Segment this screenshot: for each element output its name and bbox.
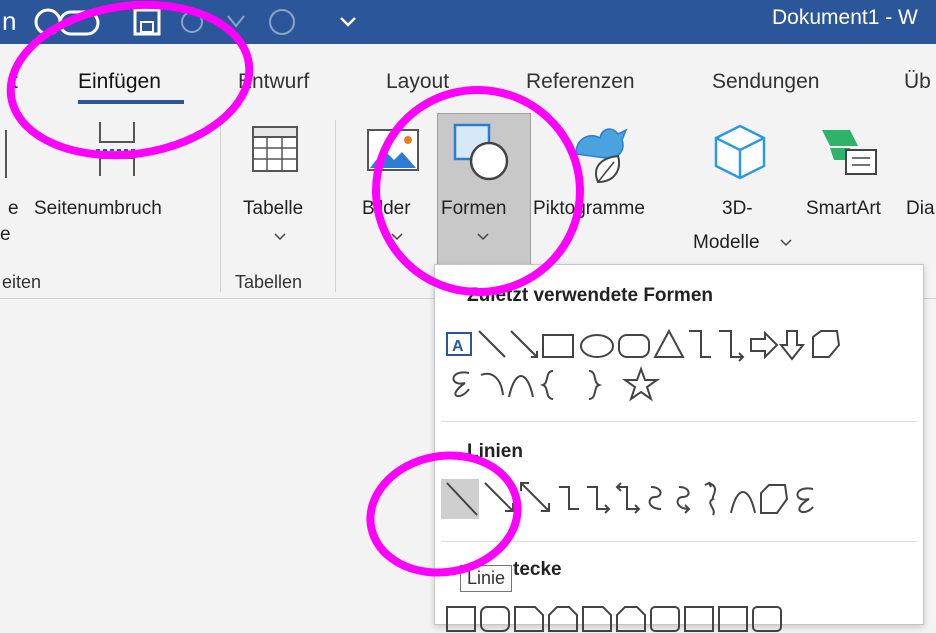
3d-cube-icon	[714, 124, 766, 180]
window-fragment: n	[2, 6, 17, 36]
pictures-chevron-icon	[391, 233, 403, 241]
smartart-label: SmartArt	[806, 198, 881, 219]
line-shape-icon	[446, 482, 478, 516]
table-label: Tabelle	[243, 198, 304, 219]
pictures-button[interactable]	[360, 120, 430, 250]
cut-off-icon	[5, 130, 7, 178]
line-tooltip: Linie	[460, 565, 513, 592]
recent-shapes-gallery[interactable]: A	[441, 325, 921, 405]
ribbon-tabs: t Einfügen Entwurf Layout Referenzen Sen…	[0, 44, 936, 106]
page-break-icon	[96, 122, 138, 176]
tab-layout[interactable]: Layout	[386, 70, 449, 94]
icons-label: Piktogramme	[533, 198, 645, 219]
rectangles-gallery[interactable]	[441, 603, 921, 633]
pictures-icon	[367, 129, 419, 171]
rectangles-heading-visible: tecke	[513, 559, 562, 580]
3d-models-chevron-icon	[780, 239, 792, 247]
panel-divider	[441, 421, 917, 422]
separator	[220, 120, 221, 292]
tab-referenzen[interactable]: Referenzen	[526, 70, 635, 94]
smartart-icon	[822, 130, 877, 175]
recent-shapes-heading: Zuletzt verwendete Formen	[467, 285, 713, 306]
svg-text:A: A	[452, 338, 464, 355]
title-bar: n Dokument1 - W	[0, 0, 936, 44]
quick-access-dropdown-icon[interactable]	[338, 12, 358, 32]
tab-fragment[interactable]: t	[12, 70, 18, 94]
3d-models-label-1: 3D-	[722, 198, 753, 219]
active-tab-indicator	[78, 100, 184, 104]
3d-models-label-2: Modelle	[693, 232, 760, 253]
table-chevron-icon	[274, 233, 286, 241]
shapes-chevron-icon	[477, 233, 489, 241]
lines-heading: Linien	[467, 441, 523, 462]
panel-divider	[441, 541, 917, 542]
tab-einfuegen[interactable]: Einfügen	[78, 70, 161, 94]
text-box-icon: A	[446, 332, 472, 356]
undo-redo-icons[interactable]	[180, 2, 300, 42]
icons-icon	[575, 128, 628, 184]
cut-off-label-1: e	[8, 198, 19, 219]
shapes-icon	[453, 123, 509, 181]
group-label-seiten: eiten	[2, 272, 42, 292]
tab-fragment-right[interactable]: Üb	[904, 70, 931, 94]
table-button[interactable]	[240, 120, 310, 250]
shapes-label: Formen	[441, 198, 507, 219]
chart-label-cut: Dia	[906, 198, 935, 219]
save-icon[interactable]	[132, 4, 164, 38]
separator	[335, 120, 336, 292]
table-icon	[252, 126, 298, 172]
page-break-button[interactable]	[34, 120, 202, 200]
autosave-toggle-icon[interactable]	[26, 2, 106, 42]
pictures-label: Bilder	[362, 198, 411, 219]
cut-off-label-2: e	[0, 224, 11, 245]
tab-entwurf[interactable]: Entwurf	[238, 70, 309, 94]
tab-sendungen[interactable]: Sendungen	[712, 70, 819, 94]
document-title: Dokument1 - W	[772, 6, 918, 29]
page-break-label: Seitenumbruch	[34, 198, 162, 219]
group-label-tabellen: Tabellen	[235, 272, 303, 292]
lines-gallery[interactable]	[441, 477, 921, 527]
